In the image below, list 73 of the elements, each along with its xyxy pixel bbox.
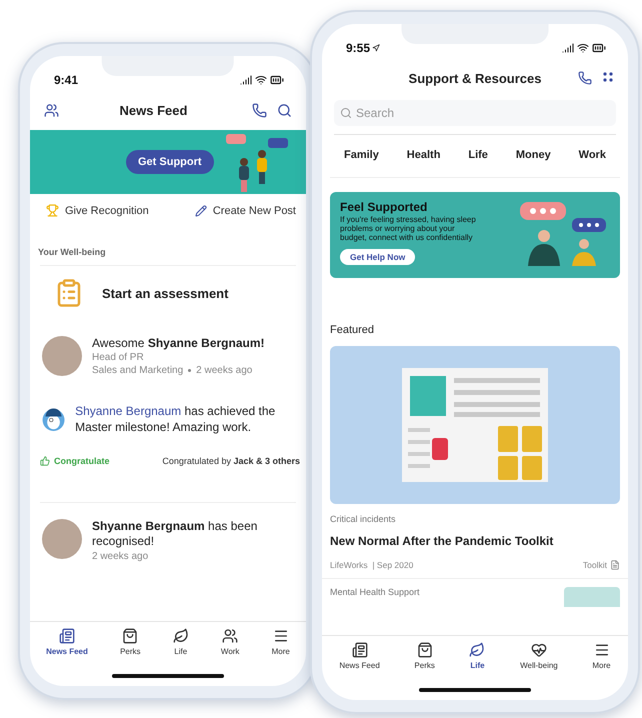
avatar: [42, 519, 82, 559]
section-heading: Your Well-being: [37, 246, 107, 259]
thumbs-up-icon: [40, 456, 50, 466]
search-icon: [340, 107, 352, 119]
article-source: LifeWorks | Sep 2020: [330, 560, 414, 570]
search-field[interactable]: Search: [334, 100, 616, 126]
assessment-card[interactable]: Start an assessment: [40, 265, 296, 320]
get-help-button[interactable]: Get Help Now: [340, 248, 416, 265]
category-tab[interactable]: Work: [578, 149, 606, 161]
tab-bar-item[interactable]: Perks: [120, 628, 141, 668]
post-time: 2 weeks ago: [92, 551, 150, 562]
news-feed-icon: [352, 642, 368, 658]
grid-dots-icon[interactable]: [602, 71, 614, 83]
status-time: 9:41: [54, 73, 78, 87]
tab-bar-item[interactable]: Life: [172, 628, 189, 668]
leaf-icon: [469, 642, 486, 658]
post-team: Sales and Marketing: [92, 365, 184, 376]
tab-bar-item[interactable]: Life: [469, 642, 486, 682]
avatar: [42, 336, 82, 376]
article-title[interactable]: New Normal After the Pandemic Toolkit: [322, 524, 628, 548]
menu-icon: [272, 628, 289, 644]
signal-icon: [240, 74, 252, 86]
tab-bar-item[interactable]: News Feed: [46, 628, 88, 668]
tab-bar-item[interactable]: Perks: [414, 642, 435, 682]
pencil-icon: [194, 204, 207, 216]
heart-pulse-icon: [530, 642, 547, 658]
news-feed-icon: [58, 628, 75, 644]
phone-icon[interactable]: [578, 71, 592, 85]
post-headline: Shyanne Bergnaum has been recognised!: [92, 519, 258, 549]
get-support-button[interactable]: Get Support: [126, 150, 214, 174]
post-headline: Awesome Shyanne Bergnaum!: [92, 336, 265, 350]
leaf-icon: [172, 628, 189, 644]
search-icon[interactable]: [276, 102, 292, 118]
battery-icon: [270, 73, 284, 87]
signal-icon: [562, 42, 574, 54]
banner-text: If you're feeling stressed, having sleep problems or worrying about your budget, connect with us confidentially: [340, 216, 477, 243]
category-tab[interactable]: Health: [406, 149, 440, 161]
shopping-bag-icon: [416, 642, 433, 658]
article-category: Mental Health Support: [330, 587, 420, 597]
tab-bar-item[interactable]: More: [272, 628, 290, 668]
trophy-icon: [46, 204, 59, 217]
action-button[interactable]: Give Recognition: [46, 204, 149, 217]
banner-title: Feel Supported: [340, 200, 428, 214]
battery-icon: [592, 41, 606, 55]
category-tab[interactable]: Family: [344, 149, 379, 161]
action-button[interactable]: Create New Post: [194, 204, 296, 217]
tab-bar-item[interactable]: More: [592, 642, 611, 682]
tab-bar-item[interactable]: News Feed: [339, 642, 380, 682]
post-role: Head of PR: [92, 352, 145, 363]
people-icon: [222, 628, 238, 644]
tab-bar-item[interactable]: Well-being: [520, 642, 558, 682]
post-time: 2 weeks ago: [196, 365, 252, 376]
menu-icon: [594, 642, 610, 658]
phone-icon[interactable]: [252, 102, 267, 118]
milestone-text: Shyanne Bergnaum has achieved the Master milestone! Amazing work.: [75, 404, 276, 436]
article-thumbnail: [564, 587, 620, 607]
location-arrow-icon: [372, 44, 380, 52]
congratulated-by-text: Congratulated by Jack & 3 others: [162, 456, 300, 466]
person-link[interactable]: Shyanne Bergnaum: [75, 404, 182, 418]
separator-dot: [188, 369, 192, 372]
screen-title: Support & Resources: [408, 70, 542, 86]
article-category: Critical incidents: [329, 513, 397, 524]
status-time: 9:55: [346, 41, 380, 55]
tab-bar-item[interactable]: Work: [220, 628, 240, 668]
category-tab[interactable]: Money: [516, 149, 551, 161]
section-heading: Featured: [329, 323, 376, 338]
screen-title: News Feed: [120, 102, 188, 118]
document-icon: [610, 560, 620, 570]
category-tab[interactable]: Life: [468, 149, 488, 161]
shopping-bag-icon: [122, 628, 138, 644]
assessment-label: Start an assessment: [102, 286, 228, 300]
people-icon[interactable]: [44, 102, 59, 118]
article-type: Toolkit: [582, 560, 607, 570]
